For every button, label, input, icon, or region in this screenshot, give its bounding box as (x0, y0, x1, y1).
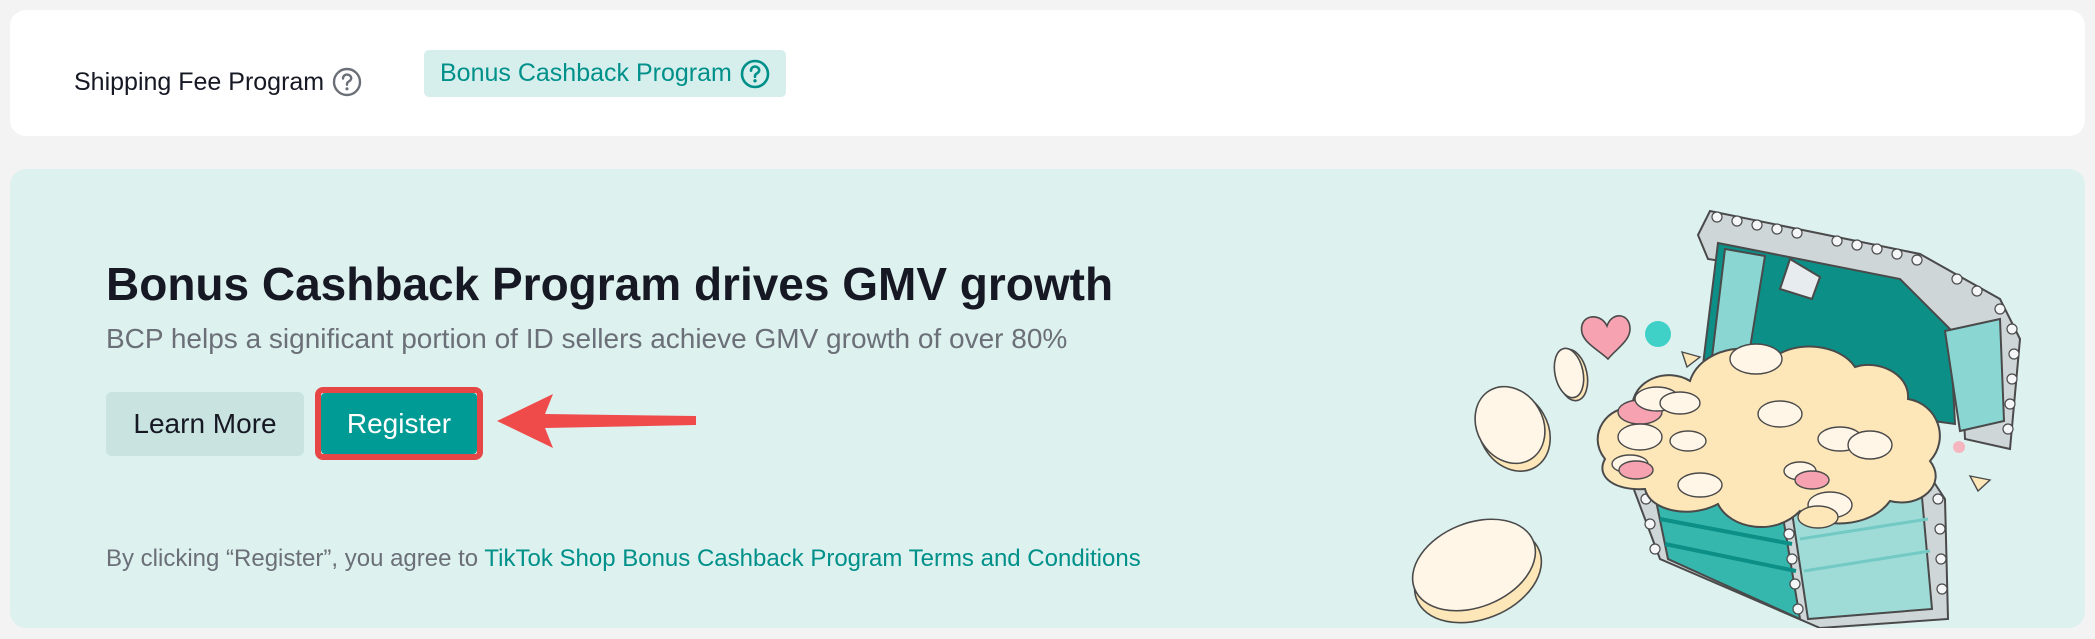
hero-title: Bonus Cashback Program drives GMV growth (106, 258, 1114, 310)
question-circle-icon[interactable] (740, 59, 770, 89)
tab-shipping-fee-program[interactable]: Shipping Fee Program (74, 58, 362, 106)
question-circle-icon[interactable] (332, 67, 362, 97)
tab-bonus-cashback-label: Bonus Cashback Program (440, 59, 732, 87)
terms-prefix: By clicking “Register”, you agree to (106, 545, 485, 572)
terms-text: By clicking “Register”, you agree to Tik… (106, 545, 1141, 573)
red-arrow-icon (497, 394, 696, 448)
register-button[interactable]: Register (321, 393, 477, 454)
terms-and-conditions-link[interactable]: TikTok Shop Bonus Cashback Program Terms… (484, 545, 1140, 572)
program-tabs: Shipping Fee Program Bonus Cashback Prog… (10, 10, 2085, 136)
tab-shipping-fee-label: Shipping Fee Program (74, 67, 325, 96)
tab-bonus-cashback-program[interactable]: Bonus Cashback Program (424, 50, 786, 97)
hero-subtitle: BCP helps a significant portion of ID se… (106, 323, 1068, 354)
learn-more-button[interactable]: Learn More (106, 392, 304, 456)
bcp-hero-banner: Bonus Cashback Program drives GMV growth… (10, 169, 2085, 628)
treasure-chest-illustration (1411, 209, 2022, 628)
